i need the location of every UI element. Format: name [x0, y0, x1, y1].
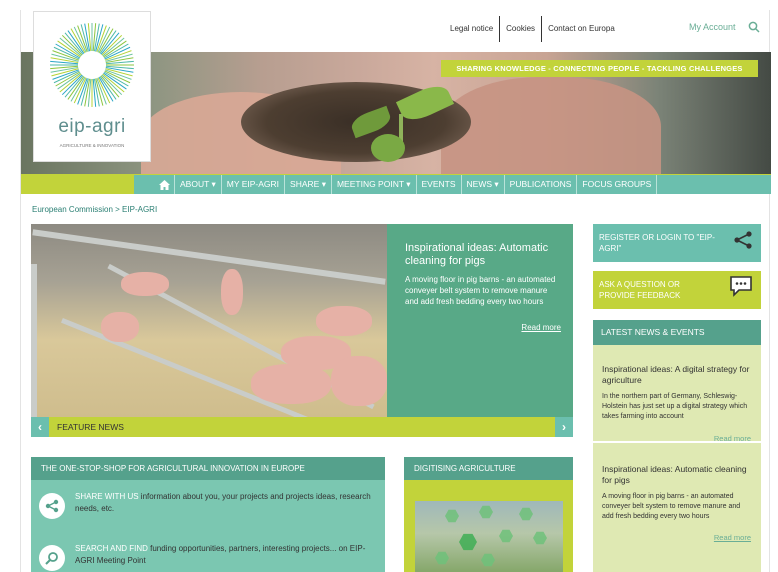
- pig: [121, 272, 169, 296]
- share-with-us-link[interactable]: SHARE WITH US: [75, 492, 139, 501]
- pen-rail: [32, 229, 386, 285]
- nav-about[interactable]: ABOUT ▾: [174, 175, 221, 194]
- chat-bubble-icon: [730, 276, 752, 297]
- pig: [221, 269, 243, 315]
- pen-rail: [31, 264, 37, 417]
- feature-panel: Inspirational ideas: Automatic cleaning …: [387, 224, 573, 417]
- utility-links: Legal notice Cookies Contact on Europa: [444, 16, 621, 42]
- nav-my-eip-agri[interactable]: MY EIP-AGRI: [220, 175, 284, 194]
- contact-link[interactable]: Contact on Europa: [542, 16, 621, 42]
- digitising-agriculture-title[interactable]: DIGITISING AGRICULTURE: [404, 457, 573, 480]
- news-item-description: In the northern part of Germany, Schlesw…: [602, 393, 748, 420]
- share-with-us-text: SHARE WITH US information about you, you…: [75, 491, 375, 515]
- home-icon[interactable]: [154, 175, 174, 194]
- pig: [316, 306, 372, 336]
- digitising-agriculture-panel: DIGITISING AGRICULTURE: [404, 457, 573, 572]
- nav-accent: [21, 175, 134, 194]
- hexagon-icon: [479, 505, 493, 519]
- pig: [101, 312, 139, 342]
- feature-read-more-link[interactable]: Read more: [521, 323, 561, 332]
- feature-bar: ‹ FEATURE NEWS ›: [31, 417, 573, 437]
- nav-share[interactable]: SHARE ▾: [284, 175, 331, 194]
- digital-farming-image[interactable]: [415, 501, 563, 572]
- hand-image: [441, 77, 661, 174]
- latest-news-title: LATEST NEWS & EVENTS: [593, 320, 761, 345]
- sunburst-logo-icon: [50, 23, 134, 107]
- news-item-title[interactable]: Inspirational ideas: Automatic cleaning …: [602, 464, 751, 486]
- share-icon: [734, 231, 752, 249]
- divider: [593, 441, 761, 443]
- hexagon-icon: [533, 531, 547, 545]
- nav-news[interactable]: NEWS ▾: [460, 175, 504, 194]
- carousel-prev-button[interactable]: ‹: [31, 417, 49, 437]
- nav-publications[interactable]: PUBLICATIONS: [503, 175, 577, 194]
- register-login-label: REGISTER OR LOGIN TO "EIP-AGRI": [599, 233, 715, 253]
- hexagon-icon: [445, 509, 459, 523]
- search-and-find-text: SEARCH AND FIND funding opportunities, p…: [75, 543, 375, 567]
- latest-news-panel: LATEST NEWS & EVENTS Inspirational ideas…: [593, 320, 761, 572]
- search-icon: [39, 545, 65, 571]
- nav-meeting-point[interactable]: MEETING POINT ▾: [330, 175, 416, 194]
- cookies-link[interactable]: Cookies: [500, 16, 543, 42]
- feature-title[interactable]: Inspirational ideas: Automatic cleaning …: [405, 242, 561, 268]
- hexagon-icon: [481, 553, 495, 567]
- hexagon-icon: [499, 529, 513, 543]
- logo-subtitle: AGRICULTURE & INNOVATION: [59, 143, 125, 148]
- ask-question-box[interactable]: ASK A QUESTION OR PROVIDE FEEDBACK: [593, 271, 761, 309]
- share-icon: [39, 493, 65, 519]
- one-stop-shop-title: THE ONE-STOP-SHOP FOR AGRICULTURAL INNOV…: [31, 457, 385, 480]
- seedling-leaf: [371, 134, 405, 162]
- page: Legal notice Cookies Contact on Europa M…: [20, 10, 771, 572]
- pig: [331, 356, 387, 406]
- my-account-link[interactable]: My Account: [689, 22, 736, 32]
- nav-focus-groups[interactable]: FOCUS GROUPS: [576, 175, 658, 194]
- news-read-more-link[interactable]: Read more: [714, 533, 751, 542]
- search-and-find-row[interactable]: SEARCH AND FIND funding opportunities, p…: [31, 539, 385, 572]
- feature-news-label: FEATURE NEWS: [57, 422, 124, 432]
- carousel-next-button[interactable]: ›: [555, 417, 573, 437]
- nav-events[interactable]: EVENTS: [415, 175, 461, 194]
- breadcrumb[interactable]: European Commission > EIP-AGRI: [32, 205, 157, 214]
- main-nav: ABOUT ▾ MY EIP-AGRI SHARE ▾ MEETING POIN…: [21, 174, 771, 194]
- news-item: Inspirational ideas: A digital strategy …: [593, 364, 761, 422]
- hexagon-icon: [459, 533, 477, 551]
- hexagon-icon: [519, 507, 533, 521]
- tagline-banner: SHARING KNOWLEDGE - CONNECTING PEOPLE - …: [441, 60, 758, 77]
- news-item-description: A moving floor in pig barns - an automat…: [602, 493, 741, 520]
- nav-items: ABOUT ▾ MY EIP-AGRI SHARE ▾ MEETING POIN…: [154, 175, 658, 194]
- news-item: Inspirational ideas: Automatic cleaning …: [593, 464, 761, 522]
- logo-wordmark: eip-agri: [58, 116, 126, 137]
- one-stop-shop-panel: THE ONE-STOP-SHOP FOR AGRICULTURAL INNOV…: [31, 457, 385, 572]
- legal-notice-link[interactable]: Legal notice: [444, 16, 501, 42]
- pig: [251, 364, 331, 404]
- feature-carousel: Inspirational ideas: Automatic cleaning …: [31, 224, 573, 437]
- search-and-find-link[interactable]: SEARCH AND FIND: [75, 544, 148, 553]
- search-icon[interactable]: [748, 21, 760, 33]
- register-login-box[interactable]: REGISTER OR LOGIN TO "EIP-AGRI": [593, 224, 761, 262]
- ask-question-label: ASK A QUESTION OR PROVIDE FEEDBACK: [599, 280, 681, 300]
- share-with-us-row[interactable]: SHARE WITH US information about you, you…: [31, 487, 385, 529]
- site-logo[interactable]: eip-agri AGRICULTURE & INNOVATION: [33, 11, 151, 162]
- feature-description: A moving floor in pig barns - an automat…: [405, 275, 556, 306]
- hexagon-icon: [435, 551, 449, 565]
- pigs-photo: [31, 224, 387, 417]
- news-item-title[interactable]: Inspirational ideas: A digital strategy …: [602, 364, 751, 386]
